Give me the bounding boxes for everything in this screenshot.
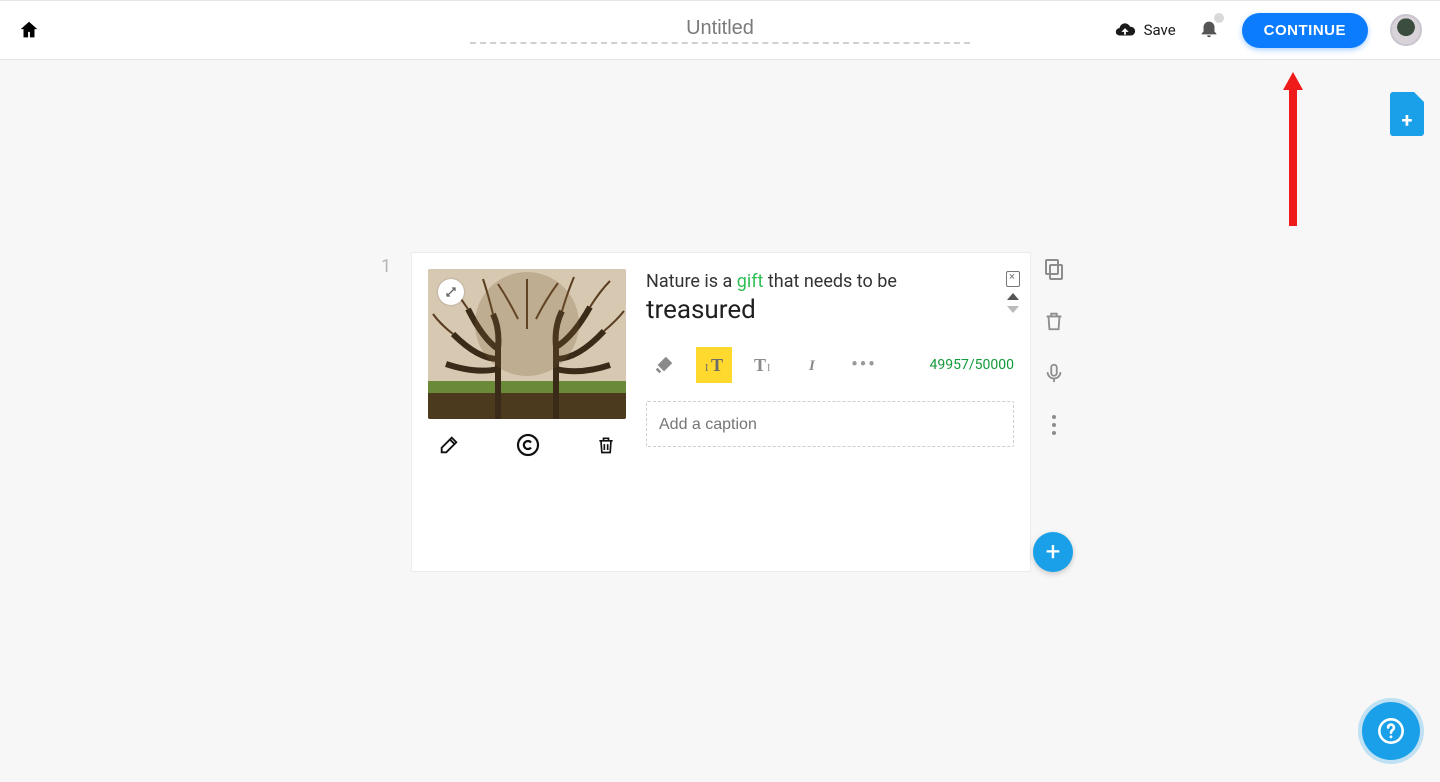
delete-image-button[interactable]	[596, 433, 616, 457]
svg-text:T: T	[754, 355, 766, 375]
block-text[interactable]: Nature is a gift that needs to be treasu…	[646, 269, 1014, 329]
svg-text:I: I	[705, 363, 708, 374]
annotation-arrow	[1283, 72, 1303, 226]
text-emphasis: treasured	[646, 292, 1014, 328]
italic-button[interactable]: I	[796, 347, 832, 383]
character-count: 49957/50000	[930, 357, 1014, 373]
user-avatar[interactable]	[1390, 14, 1422, 46]
text-suffix: that needs to be	[763, 271, 896, 292]
add-page-button[interactable]: +	[1390, 92, 1424, 136]
notifications-button[interactable]	[1198, 17, 1220, 43]
continue-button[interactable]: CONTINUE	[1242, 13, 1368, 48]
add-page-icon: +	[1402, 110, 1413, 130]
copy-icon	[1042, 257, 1066, 281]
text-side-controls	[1006, 271, 1020, 313]
caption-field[interactable]	[646, 401, 1014, 447]
content-block: Nature is a gift that needs to be treasu…	[411, 252, 1031, 572]
delete-block-button[interactable]	[1041, 308, 1067, 334]
svg-text:I: I	[767, 363, 770, 374]
trash-icon	[596, 434, 616, 456]
highlight-icon	[653, 354, 675, 376]
block-more-button[interactable]	[1041, 412, 1067, 438]
text-column: Nature is a gift that needs to be treasu…	[646, 269, 1014, 457]
expand-icon	[445, 286, 457, 298]
format-toolbar: IT TI I ••• 49957/50000	[646, 347, 1014, 383]
notification-dot	[1214, 13, 1224, 23]
home-button[interactable]	[18, 19, 40, 41]
move-up-button[interactable]	[1007, 293, 1019, 300]
text-size-small-button[interactable]: IT	[696, 347, 732, 383]
svg-text:I: I	[808, 358, 816, 374]
more-icon: •••	[851, 354, 876, 375]
move-down-button[interactable]	[1007, 306, 1019, 313]
add-block-button[interactable]: +	[1033, 532, 1073, 572]
cloud-upload-icon	[1114, 19, 1136, 41]
edit-image-button[interactable]	[438, 433, 460, 457]
expand-image-button[interactable]	[438, 279, 464, 305]
trash-icon	[1043, 309, 1065, 333]
header-actions: Save CONTINUE	[1114, 13, 1422, 48]
document-title-wrap	[470, 17, 970, 44]
document-title-input[interactable]	[470, 17, 970, 46]
caption-input[interactable]	[659, 416, 1001, 434]
text-prefix: Nature is a	[646, 271, 737, 292]
plus-icon: +	[1046, 539, 1061, 565]
svg-text:T: T	[711, 355, 723, 375]
delete-text-button[interactable]	[1006, 271, 1020, 287]
record-audio-button[interactable]	[1041, 360, 1067, 386]
app-header: Save CONTINUE	[0, 0, 1440, 60]
duplicate-block-button[interactable]	[1041, 256, 1067, 282]
image-actions	[428, 419, 626, 457]
copyright-button[interactable]	[516, 433, 540, 457]
block-toolbar	[1041, 256, 1067, 438]
home-icon	[18, 19, 40, 41]
text-highlight: gift	[737, 271, 764, 292]
page-number: 1	[381, 256, 391, 277]
save-label: Save	[1144, 21, 1176, 39]
block-image[interactable]	[428, 269, 626, 419]
kebab-icon	[1050, 414, 1058, 436]
more-format-button[interactable]: •••	[846, 347, 882, 383]
media-column	[428, 269, 626, 457]
italic-icon: I	[804, 355, 824, 375]
mic-icon	[1043, 361, 1065, 385]
copyright-icon	[516, 433, 540, 457]
save-button[interactable]: Save	[1114, 19, 1176, 41]
text-size-large-button[interactable]: TI	[746, 347, 782, 383]
help-icon	[1377, 717, 1405, 745]
text-size-small-icon: IT	[702, 353, 726, 377]
edit-icon	[438, 434, 460, 456]
highlight-button[interactable]	[646, 347, 682, 383]
text-size-large-icon: TI	[752, 353, 776, 377]
help-button[interactable]	[1362, 702, 1420, 760]
